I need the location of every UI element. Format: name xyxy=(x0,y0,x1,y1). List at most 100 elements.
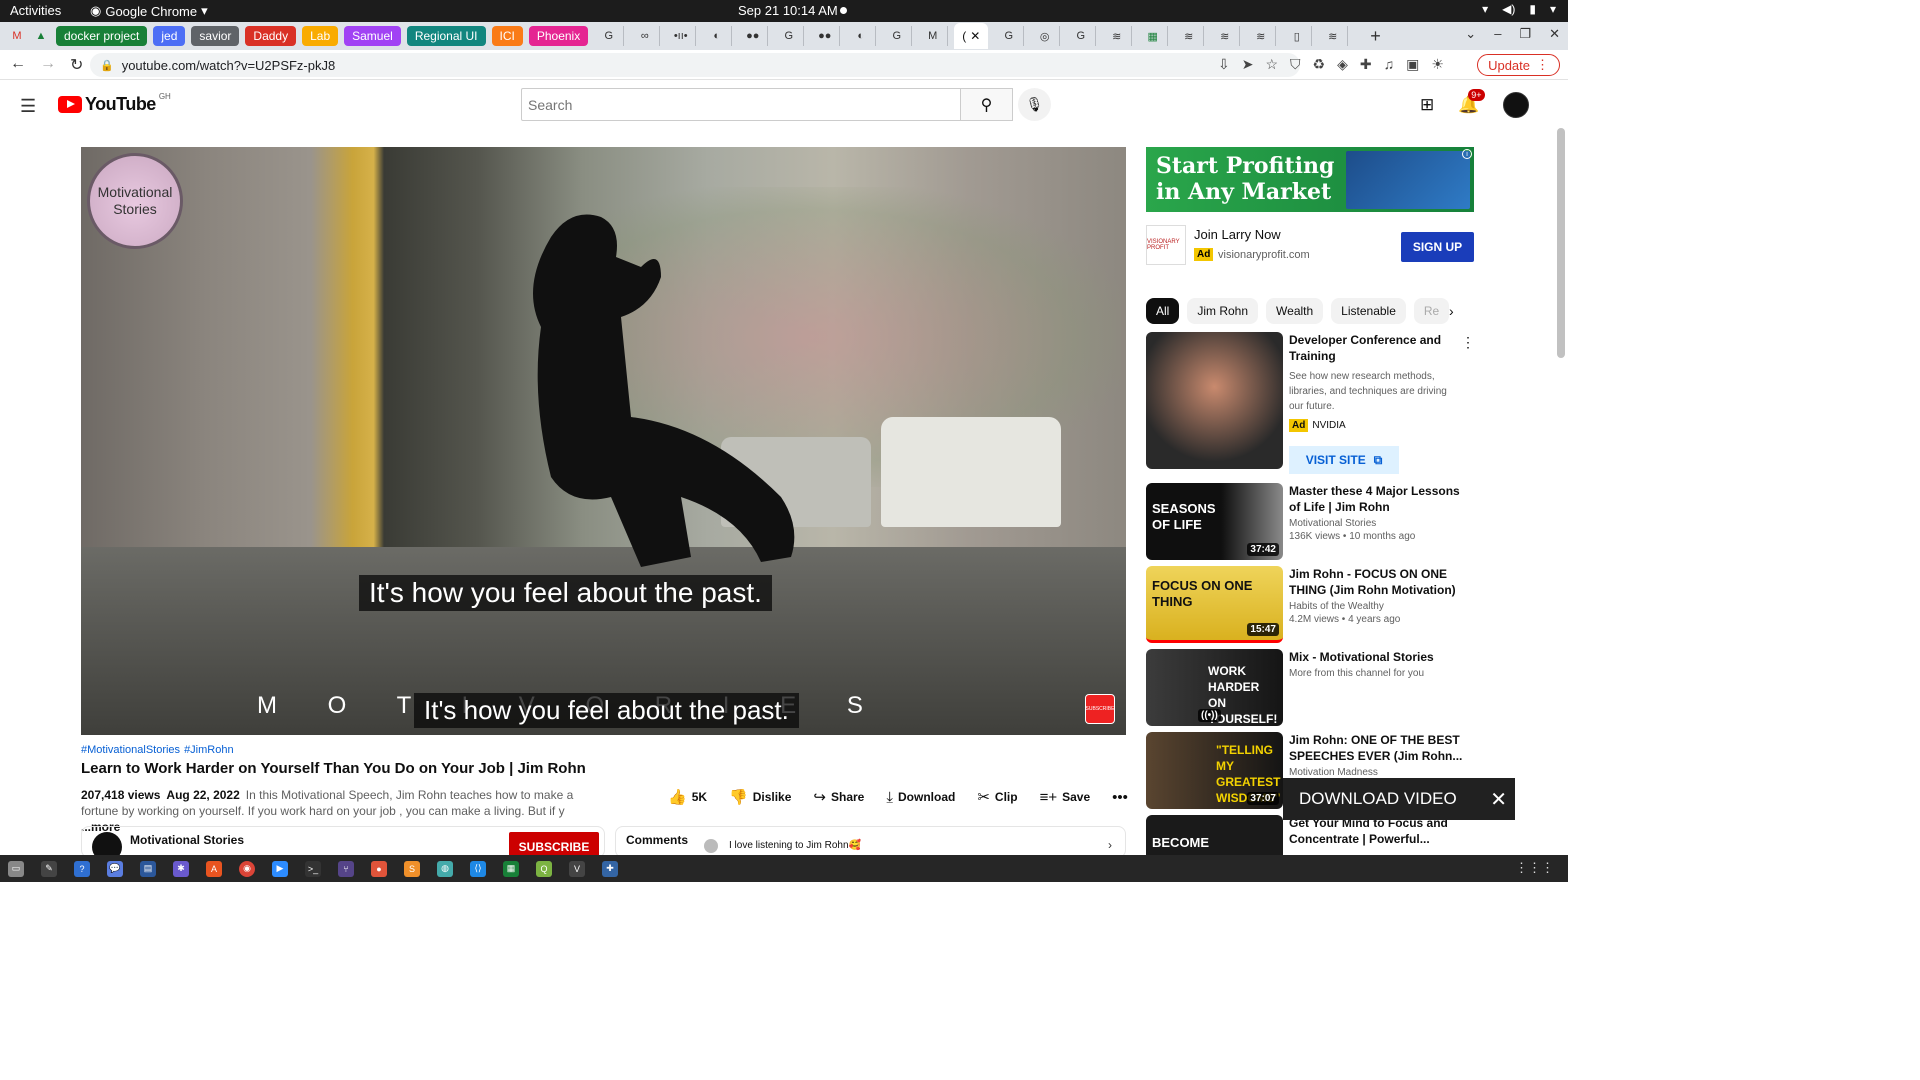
system-tray[interactable]: ▾ ◀) ▮ ▾ xyxy=(1482,2,1556,16)
sheets-tab-icon[interactable]: ▦ xyxy=(1138,26,1169,46)
recommendation-item[interactable]: SEASONS OF LIFE 37:42 Master these 4 Maj… xyxy=(1146,483,1476,563)
like-button[interactable]: 👍 5K xyxy=(668,788,707,806)
advertiser-name[interactable]: Join Larry Now xyxy=(1194,227,1281,242)
document-icon[interactable]: ▤ xyxy=(140,860,156,877)
infeed-ad[interactable]: Developer Conference and Training See ho… xyxy=(1146,332,1476,474)
more-actions-button[interactable]: ••• xyxy=(1112,789,1128,806)
stack-tab-icon[interactable]: ≋ xyxy=(1246,26,1277,46)
record-icon[interactable]: ● xyxy=(371,860,387,877)
editor-icon[interactable]: ✎ xyxy=(41,860,57,877)
active-tab[interactable]: ( ✕ xyxy=(954,23,989,49)
download-video-toast[interactable]: DOWNLOAD VIDEO ✕ xyxy=(1283,778,1515,820)
recommendation-item[interactable]: WORK HARDER ON YOURSELF! ((•)) Mix - Mot… xyxy=(1146,649,1476,729)
menu-icon[interactable]: ☰ xyxy=(20,96,36,117)
chip-all[interactable]: All xyxy=(1146,298,1180,324)
info-icon[interactable]: i xyxy=(1462,149,1472,159)
video-title[interactable]: Mix - Motivational Stories xyxy=(1289,649,1469,665)
drive-tab-icon[interactable]: ▲ xyxy=(32,27,50,45)
video-thumbnail[interactable]: WORK HARDER ON YOURSELF! ((•)) xyxy=(1146,649,1283,726)
tab-group-7[interactable]: ICI xyxy=(491,26,523,46)
share-button[interactable]: ↪ Share xyxy=(813,788,864,806)
link-tab-icon[interactable]: ∞ xyxy=(630,26,661,46)
activities-button[interactable]: Activities xyxy=(10,3,61,18)
search-app-icon[interactable]: Q xyxy=(536,860,552,877)
recommendation-item[interactable]: FOCUS ON ONE THING 15:47 Jim Rohn - FOCU… xyxy=(1146,566,1476,646)
youtube-logo[interactable]: YouTube GH xyxy=(58,92,171,115)
app-menu[interactable]: ◉ Google Chrome ▾ xyxy=(90,3,208,19)
google-tab-icon[interactable]: G xyxy=(774,26,805,46)
google-tab-icon[interactable]: G xyxy=(994,26,1025,46)
chrome-icon[interactable]: ◉ xyxy=(239,860,255,877)
clock[interactable]: Sep 21 10:14 AM xyxy=(738,3,838,18)
display-ad-banner[interactable]: Start Profiting in Any Market i xyxy=(1146,147,1474,212)
store-icon[interactable]: A xyxy=(206,860,222,877)
channel-name[interactable]: Motivation Madness xyxy=(1289,767,1469,778)
video-thumbnail[interactable]: SEASONS OF LIFE 37:42 xyxy=(1146,483,1283,560)
avatar[interactable] xyxy=(1503,92,1530,118)
ad-title[interactable]: Developer Conference and Training xyxy=(1289,332,1459,364)
restore-icon[interactable]: ❐ xyxy=(1519,26,1531,42)
git-icon[interactable]: ⑂ xyxy=(338,860,354,877)
terminal-icon[interactable]: >_ xyxy=(305,860,321,877)
video-thumbnail[interactable]: FOCUS ON ONE THING 15:47 xyxy=(1146,566,1283,643)
chevron-down-icon[interactable]: ⌄ xyxy=(1465,26,1476,42)
close-icon[interactable]: ✕ xyxy=(970,29,980,43)
page-scrollbar[interactable] xyxy=(1557,128,1565,358)
channel-name[interactable]: Habits of the Wealthy xyxy=(1289,601,1469,612)
tab-group-6[interactable]: Regional UI xyxy=(406,26,486,46)
tab-group-4[interactable]: Lab xyxy=(302,26,339,46)
profile-icon[interactable]: ☀ xyxy=(1431,56,1444,73)
address-bar[interactable]: 🔒 youtube.com/watch?v=U2PSFz-pkJ8 xyxy=(90,53,1300,77)
bug-icon[interactable]: ✱ xyxy=(173,860,189,877)
extension-badge-icon[interactable]: ◈ xyxy=(1337,56,1348,73)
search-button[interactable]: ⚲ xyxy=(961,88,1013,121)
spreadsheet-icon[interactable]: ▦ xyxy=(503,860,519,877)
sidepanel-icon[interactable]: ▣ xyxy=(1406,56,1419,73)
settings-icon[interactable]: ✚ xyxy=(602,860,618,877)
shield-icon[interactable]: ⛉ xyxy=(1290,56,1301,73)
video-title[interactable]: Jim Rohn: ONE OF THE BEST SPEECHES EVER … xyxy=(1289,732,1469,764)
video-title[interactable]: Master these 4 Major Lessons of Life | J… xyxy=(1289,483,1469,515)
github-tab-icon[interactable]: ◐ xyxy=(846,26,877,46)
new-tab-button[interactable]: + xyxy=(1370,26,1381,47)
hashtag-link[interactable]: #MotivationalStories xyxy=(81,744,180,756)
reload-icon[interactable]: ↻ xyxy=(70,55,83,75)
zoom-icon[interactable]: ▶ xyxy=(272,860,288,877)
browser-icon[interactable]: ◍ xyxy=(437,860,453,877)
channel-name[interactable]: Motivational Stories xyxy=(1289,518,1469,529)
tab-group-1[interactable]: jed xyxy=(153,26,186,46)
chip-wealth[interactable]: Wealth xyxy=(1266,298,1324,324)
gmail-tab-icon[interactable]: M xyxy=(8,27,26,45)
close-icon[interactable]: ✕ xyxy=(1549,26,1560,42)
tab-group-0[interactable]: docker project xyxy=(56,26,148,46)
minimize-icon[interactable]: – xyxy=(1494,26,1501,42)
update-button[interactable]: Update ⋮ xyxy=(1477,54,1560,76)
podcast-tab-icon[interactable]: •ıı• xyxy=(666,26,697,46)
chat-icon[interactable]: 💬 xyxy=(107,860,123,877)
channel-name[interactable]: Motivational Stories xyxy=(130,833,244,847)
send-icon[interactable]: ➤ xyxy=(1242,56,1254,73)
help-icon[interactable]: ? xyxy=(74,860,90,877)
chevron-right-icon[interactable]: › xyxy=(1449,303,1454,319)
video-player[interactable]: Motivational Stories It's how you feel a… xyxy=(81,147,1126,735)
recommendation-item[interactable]: BECOME Get Your Mind to Focus and Concen… xyxy=(1146,815,1476,855)
download-button[interactable]: ⤓ Download xyxy=(886,789,955,806)
video-thumbnail[interactable]: "TELLING MY GREATEST WISDOMS" 37:07 xyxy=(1146,732,1283,809)
ad-thumbnail[interactable] xyxy=(1146,332,1283,469)
github-tab-icon[interactable]: ◐ xyxy=(702,26,733,46)
close-icon[interactable]: ✕ xyxy=(1490,787,1507,812)
stack-tab-icon[interactable]: ≋ xyxy=(1318,26,1349,46)
voice-search-button[interactable]: 🎙 xyxy=(1018,88,1051,121)
video-thumbnail[interactable]: BECOME xyxy=(1146,815,1283,855)
vim-icon[interactable]: V xyxy=(569,860,585,877)
save-button[interactable]: ≡+ Save xyxy=(1040,789,1091,806)
stack-tab-icon[interactable]: ≋ xyxy=(1210,26,1241,46)
advertiser-logo[interactable]: VISIONARY PROFIT xyxy=(1146,225,1186,265)
search-input[interactable] xyxy=(521,88,961,121)
medium-tab-icon[interactable]: ●● xyxy=(810,26,841,46)
puzzle-icon[interactable]: ✚ xyxy=(1360,56,1372,73)
notifications-button[interactable]: 🔔 9+ xyxy=(1458,89,1485,115)
files-icon[interactable]: ▭ xyxy=(8,860,24,877)
media-icon[interactable]: ♫ xyxy=(1384,56,1395,73)
chip-listenable[interactable]: Listenable xyxy=(1331,298,1406,324)
